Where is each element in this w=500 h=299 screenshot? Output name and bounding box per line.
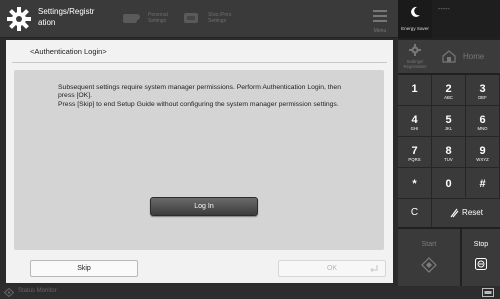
key-digit: 9 xyxy=(479,145,486,157)
key-letters: JKL xyxy=(444,126,453,131)
start-button[interactable]: Start xyxy=(398,229,460,286)
key-letters: MNO xyxy=(477,126,488,131)
menu-label: Menu xyxy=(373,28,387,34)
app-title-line1: Settings/Registr xyxy=(38,7,95,16)
message-line2: press [OK]. xyxy=(58,92,92,100)
menu-icon xyxy=(373,10,387,25)
key-4[interactable]: 4 GHI xyxy=(398,106,432,137)
message-line3: Press [Skip] to end Setup Guide without … xyxy=(58,100,339,108)
energy-saver-button[interactable]: Energy Saver xyxy=(398,0,432,38)
energy-saver-label: Energy Saver xyxy=(401,26,429,31)
key-digit: # xyxy=(479,178,486,190)
ok-button[interactable]: OK xyxy=(278,260,386,277)
key-digit: 4 xyxy=(411,114,418,126)
enter-icon xyxy=(370,265,378,273)
key-1[interactable]: 1 xyxy=(398,75,432,106)
key-digit: 5 xyxy=(445,114,452,126)
settings-registration-button[interactable]: Settings/ Registration xyxy=(398,40,432,73)
key-5[interactable]: 5 JKL xyxy=(432,106,466,137)
log-in-button[interactable]: Log In xyxy=(150,197,258,216)
key-8[interactable]: 8 TUV xyxy=(432,137,466,168)
stop-icon xyxy=(475,258,487,270)
key-9[interactable]: 9 WXYZ xyxy=(466,137,500,168)
counter-icon[interactable] xyxy=(482,288,494,297)
key-digit: 1 xyxy=(411,83,418,95)
key-digit: 2 xyxy=(445,83,452,95)
key-2[interactable]: 2 ABC xyxy=(432,75,466,106)
message-line1: Subsequent settings require system manag… xyxy=(58,84,341,91)
key-letters: DEF xyxy=(478,95,487,100)
app-title: Settings/Registr ation xyxy=(38,6,118,28)
reset-label: Reset xyxy=(462,208,483,217)
message-panel: Subsequent settings require system manag… xyxy=(14,70,384,250)
message-text: Subsequent settings require system manag… xyxy=(58,84,358,109)
key-digit: 8 xyxy=(445,145,452,157)
key-digit: 6 xyxy=(479,114,486,126)
key-letters: PQRS xyxy=(408,157,421,162)
settings-label2: Registration xyxy=(403,64,427,69)
menu-button[interactable]: Menu xyxy=(366,6,394,34)
shared-settings-icon xyxy=(184,13,198,23)
start-icon xyxy=(421,257,437,273)
ok-label: OK xyxy=(326,265,338,272)
divider xyxy=(12,62,387,63)
key-asterisk[interactable]: * xyxy=(398,168,432,199)
tab-shared-settings[interactable]: Shar./Pers. Settings xyxy=(182,7,262,31)
reset-button[interactable]: Reset xyxy=(432,199,500,227)
tab-shared-label2: Settings xyxy=(208,18,227,24)
stop-button[interactable]: Stop xyxy=(462,229,500,286)
key-letters: TUV xyxy=(444,157,453,162)
key-6[interactable]: 6 MNO xyxy=(466,106,500,137)
page-title: <Authentication Login> xyxy=(30,47,107,56)
clear-button[interactable]: C xyxy=(398,199,432,227)
home-label: Home xyxy=(463,52,485,61)
skip-button[interactable]: Skip xyxy=(30,260,138,277)
key-letters: WXYZ xyxy=(476,157,489,162)
key-digit: 0 xyxy=(445,178,452,190)
key-0[interactable]: 0 xyxy=(432,168,466,199)
moon-icon xyxy=(411,6,420,17)
key-letters: ABC xyxy=(444,95,453,100)
app-title-line2: ation xyxy=(38,18,56,27)
key-3[interactable]: 3 DEF xyxy=(466,75,500,106)
counter-display: ----- xyxy=(432,0,500,38)
personal-settings-icon xyxy=(123,14,140,23)
key-7[interactable]: 7 PQRS xyxy=(398,137,432,168)
home-button[interactable]: Home xyxy=(432,40,500,73)
key-digit: * xyxy=(412,178,417,190)
gear-icon xyxy=(7,7,31,31)
gear-icon xyxy=(409,44,421,56)
status-bar: Status Monitor xyxy=(0,286,500,299)
key-letters: GHI xyxy=(410,126,419,131)
top-bar: Settings/Registr ation Personal Settings… xyxy=(0,0,398,38)
setup-content: <Authentication Login> Subsequent settin… xyxy=(6,40,393,283)
stop-label: Stop xyxy=(473,241,489,248)
key-digit: 3 xyxy=(479,83,486,95)
counter-value: ----- xyxy=(438,6,450,13)
start-label: Start xyxy=(421,241,437,248)
status-monitor-icon[interactable] xyxy=(4,288,14,297)
reset-icon xyxy=(450,208,459,218)
key-digit: 7 xyxy=(411,145,418,157)
key-hash[interactable]: # xyxy=(466,168,500,199)
status-monitor-label[interactable]: Status Monitor xyxy=(18,288,57,294)
control-panel: Energy Saver ----- Settings/ Registratio… xyxy=(398,0,500,286)
home-icon xyxy=(442,50,456,63)
